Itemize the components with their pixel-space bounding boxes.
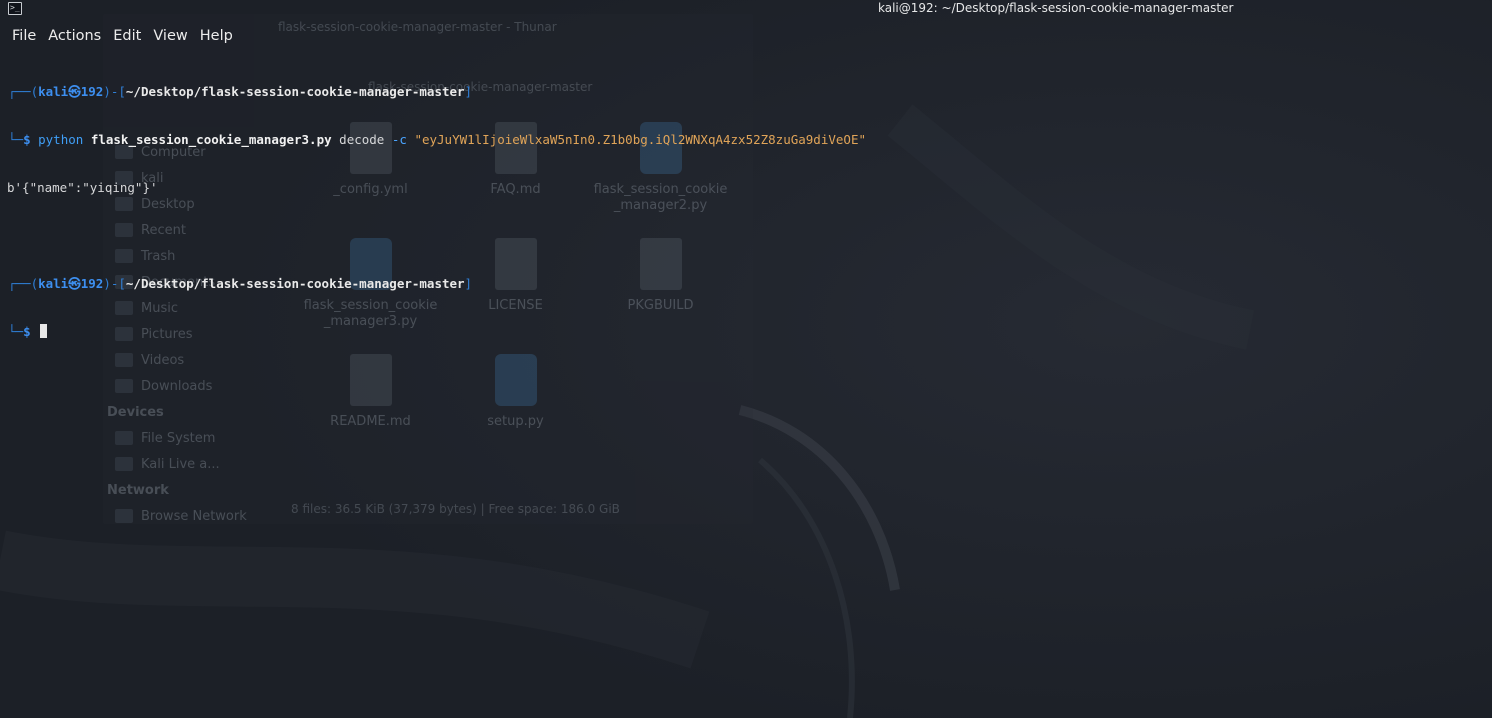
terminal-icon[interactable]: >_ — [8, 2, 22, 15]
network-icon — [115, 509, 133, 523]
file-item: README.md — [298, 354, 443, 470]
prompt-frame: └─ — [8, 324, 24, 339]
title-bar: >_ kali@192: ~/Desktop/flask-session-coo… — [0, 0, 1492, 18]
file-name: setup.py — [487, 414, 544, 429]
command-line: └─$ python flask_session_cookie_manager3… — [8, 132, 1484, 148]
menu-bar: File Actions Edit View Help — [6, 26, 239, 46]
disc-icon — [115, 457, 133, 471]
prompt-line-1: ┌──(kali㉿192)-[~/Desktop/flask-session-c… — [8, 84, 1484, 100]
file-manager-status: 8 files: 36.5 KiB (37,379 bytes) | Free … — [291, 502, 620, 516]
prompt-frame: )-[ — [103, 84, 126, 99]
prompt-at-symbol: ㉿ — [68, 276, 81, 291]
prompt-frame: ] — [464, 276, 473, 291]
menu-actions[interactable]: Actions — [42, 26, 107, 46]
sidebar-item-label: Downloads — [141, 378, 213, 394]
file-manager-title: flask-session-cookie-manager-master - Th… — [278, 20, 557, 34]
sidebar-heading-network: Network — [107, 482, 169, 498]
sidebar-heading-devices: Devices — [107, 404, 164, 420]
sidebar-item-kali-live: Kali Live a... — [115, 451, 275, 477]
folder-icon — [115, 379, 133, 393]
prompt-host: 192 — [80, 276, 104, 291]
command-script: flask_session_cookie_manager3.py — [90, 132, 332, 147]
prompt-user: kali — [38, 84, 69, 99]
window-title: kali@192: ~/Desktop/flask-session-cookie… — [878, 1, 1234, 15]
document-icon — [349, 354, 392, 406]
prompt-path: ~/Desktop/flask-session-cookie-manager-m… — [125, 276, 465, 291]
terminal-output[interactable]: ┌──(kali㉿192)-[~/Desktop/flask-session-c… — [7, 52, 1484, 356]
prompt-dollar: $ — [23, 132, 31, 147]
sidebar-item-label: File System — [141, 430, 216, 446]
command-flag: -c — [391, 132, 407, 147]
command-output: b'{"name":"yiqing"}' — [7, 180, 158, 195]
prompt-frame: ] — [464, 84, 473, 99]
prompt-frame: ┌──( — [8, 276, 39, 291]
text-cursor — [40, 324, 48, 338]
sidebar-item-filesystem: File System — [115, 425, 275, 451]
file-item: setup.py — [443, 354, 588, 470]
python-file-icon — [494, 354, 537, 406]
prompt-user: kali — [38, 276, 69, 291]
sidebar-item-label: Kali Live a... — [141, 456, 220, 472]
file-name: README.md — [330, 414, 411, 429]
drive-icon — [115, 431, 133, 445]
prompt-host: 192 — [80, 84, 104, 99]
sidebar-item-label: Browse Network — [141, 508, 247, 524]
menu-view[interactable]: View — [147, 26, 193, 46]
prompt-line-2: ┌──(kali㉿192)-[~/Desktop/flask-session-c… — [8, 276, 1484, 292]
prompt-frame: └─ — [8, 132, 24, 147]
sidebar-item-downloads: Downloads — [115, 373, 275, 399]
menu-file[interactable]: File — [6, 26, 42, 46]
command-action: decode — [339, 132, 385, 147]
prompt-frame: ┌──( — [8, 84, 39, 99]
prompt-path: ~/Desktop/flask-session-cookie-manager-m… — [125, 84, 465, 99]
menu-help[interactable]: Help — [194, 26, 239, 46]
prompt-dollar: $ — [23, 324, 31, 339]
command-cookie-value: "eyJuYW1lIjoieWlxaW5nIn0.Z1b0bg.iQl2WNXq… — [414, 132, 866, 147]
menu-edit[interactable]: Edit — [107, 26, 147, 46]
prompt-at-symbol: ㉿ — [68, 84, 81, 99]
input-line[interactable]: └─$ — [8, 324, 1484, 340]
sidebar-item-browse-network: Browse Network — [115, 503, 275, 529]
prompt-frame: )-[ — [103, 276, 126, 291]
command-program: python — [38, 132, 84, 147]
